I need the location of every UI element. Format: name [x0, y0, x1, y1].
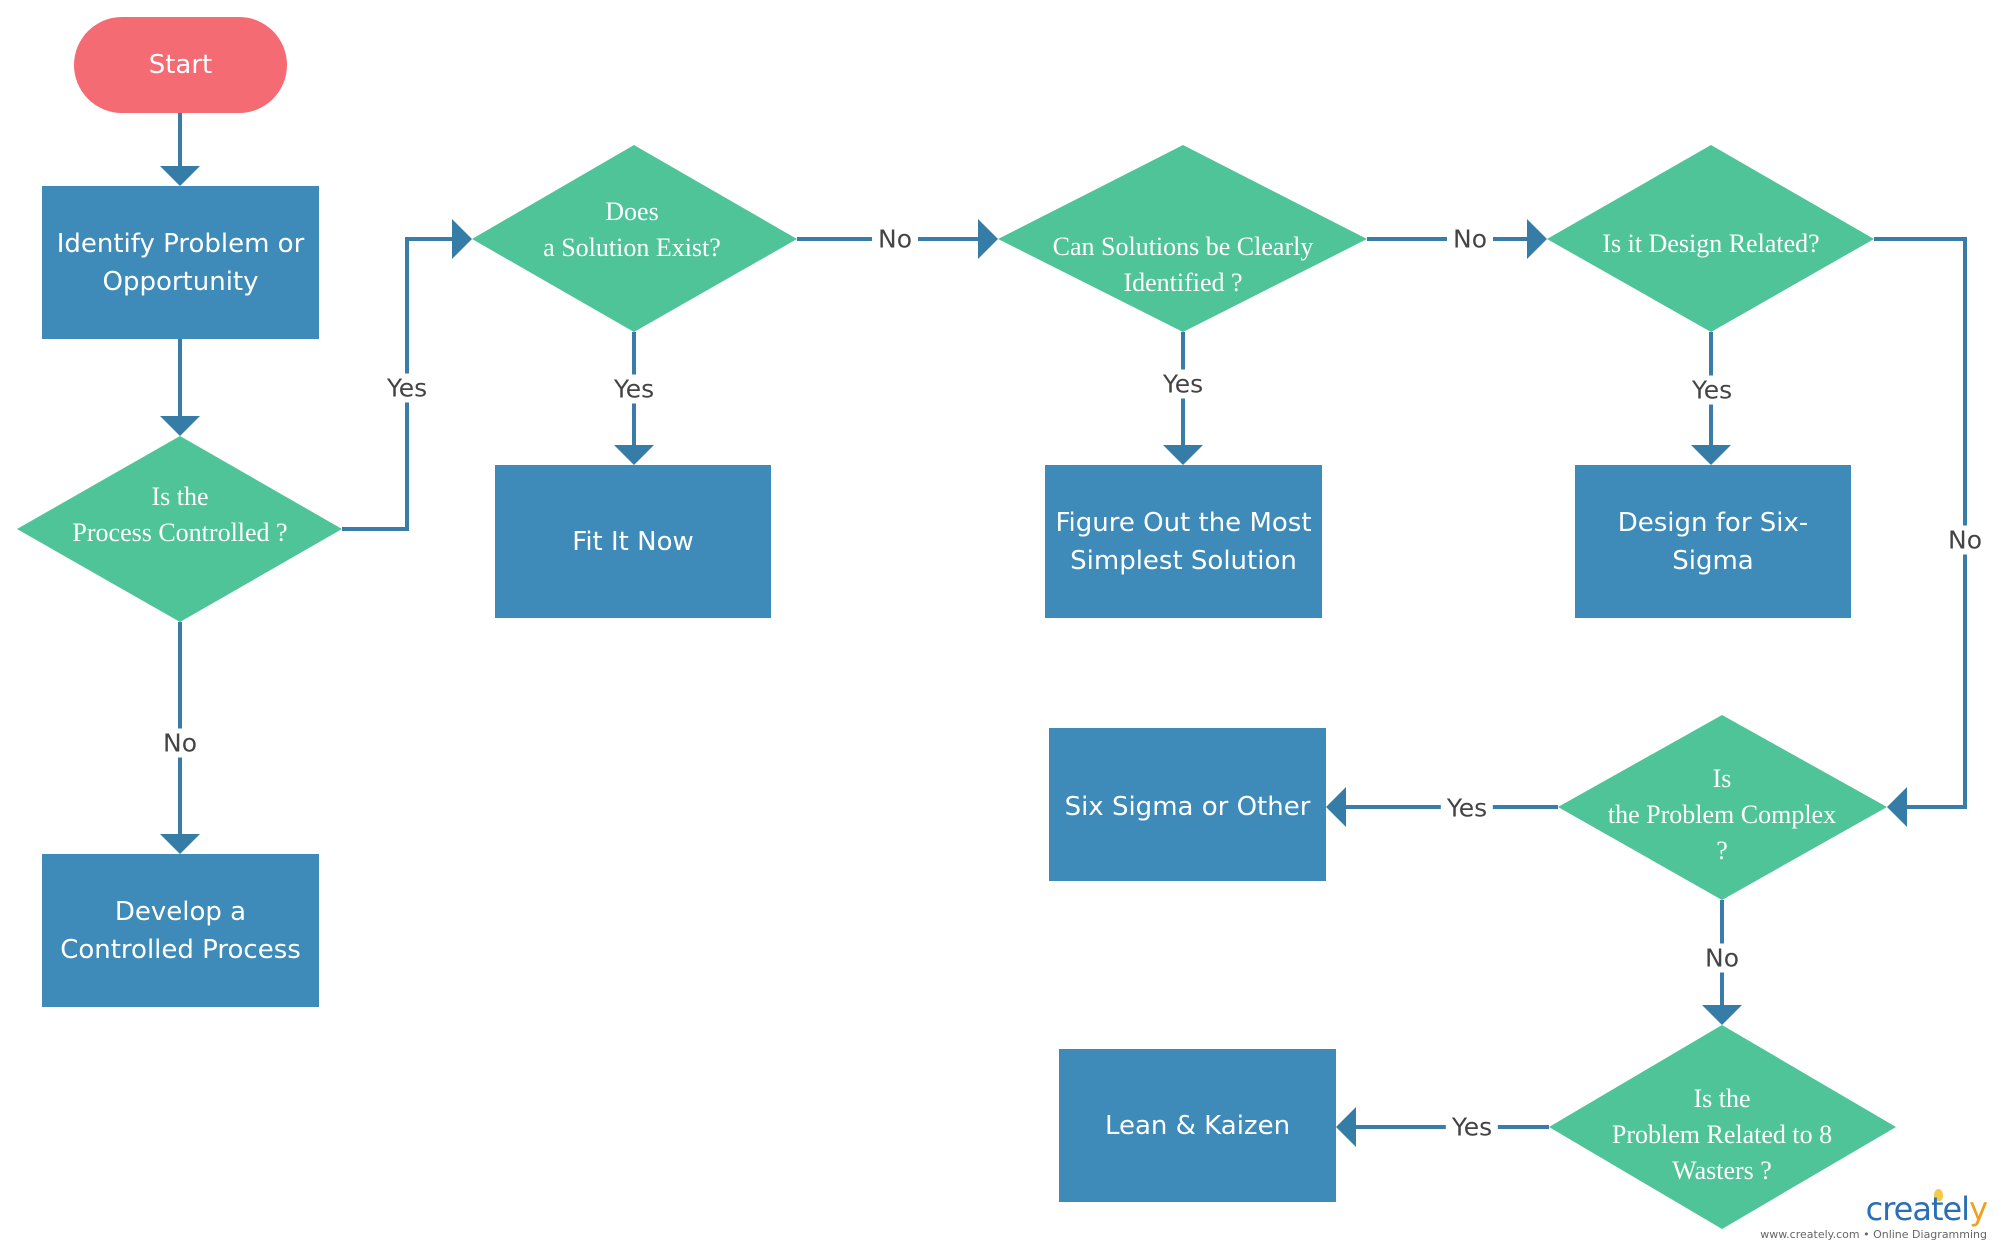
- decision-clearly-identified-label: Can Solutions be Clearly Identified ?: [1052, 232, 1314, 297]
- start-terminal[interactable]: Start: [74, 17, 287, 113]
- edge-label-design-yes: Yes: [1685, 375, 1739, 405]
- arrowhead-icon: [614, 445, 654, 465]
- process-label: Design for Six-Sigma: [1617, 507, 1809, 576]
- decision-process-controlled-label: Is the Process Controlled ?: [72, 482, 288, 547]
- process-label: Identify Problem or Opportunity: [56, 228, 305, 297]
- decision-design-related-label: Is it Design Related?: [1602, 229, 1820, 258]
- arrowhead-icon: [1336, 1107, 1356, 1147]
- edge-label-clear-no: No: [1447, 224, 1493, 254]
- process-label: Develop a Controlled Process: [60, 896, 301, 965]
- process-develop-controlled[interactable]: Develop a Controlled Process: [42, 854, 319, 1007]
- process-label: Six Sigma or Other: [1064, 792, 1311, 822]
- decision-problem-complex-label: Is the Problem Complex ?: [1607, 764, 1837, 865]
- decision-eight-wastes-label: Is the Problem Related to 8 Wasters ?: [1611, 1084, 1833, 1185]
- edge-label-complex-no: No: [1699, 943, 1745, 973]
- arrowhead-icon: [452, 219, 472, 259]
- arrowhead-icon: [1702, 1005, 1742, 1025]
- process-fit-it-now[interactable]: Fit It Now: [495, 465, 771, 618]
- arrowhead-icon: [160, 416, 200, 436]
- edge-label-exist-no: No: [872, 224, 918, 254]
- arrowhead-icon: [1527, 219, 1547, 259]
- edge-label-design-no: No: [1942, 525, 1988, 555]
- process-label: Lean & Kaizen: [1104, 1110, 1291, 1141]
- creately-logo: creately: [1760, 1190, 1988, 1228]
- start-label: Start: [148, 50, 213, 80]
- arrowhead-icon: [1887, 787, 1907, 827]
- decision-solution-exist-label: Does a Solution Exist?: [543, 197, 721, 262]
- process-label: Fit It Now: [572, 526, 694, 557]
- edge-label-controlled-no: No: [157, 728, 203, 758]
- process-lean-kaizen[interactable]: Lean & Kaizen: [1059, 1049, 1336, 1202]
- arrowhead-icon: [1326, 787, 1346, 827]
- process-identify-problem[interactable]: Identify Problem or Opportunity: [42, 186, 319, 339]
- process-label: Figure Out the Most Simplest Solution: [1055, 507, 1312, 576]
- flowchart-canvas: Start Identify Problem or Opportunity De…: [0, 0, 1999, 1247]
- arrowhead-icon: [1163, 445, 1203, 465]
- process-figure-out-solution[interactable]: Figure Out the Most Simplest Solution: [1045, 465, 1322, 618]
- arrowhead-icon: [978, 219, 998, 259]
- brand-main: createl: [1865, 1190, 1970, 1228]
- process-six-sigma-other[interactable]: Six Sigma or Other: [1049, 728, 1326, 881]
- brand-accent: y: [1969, 1190, 1988, 1228]
- edge-design-no: [1874, 237, 1967, 809]
- edge-label-wastes-yes: Yes: [1445, 1112, 1499, 1142]
- arrowhead-icon: [1691, 445, 1731, 465]
- edge-label-controlled-yes: Yes: [380, 373, 434, 403]
- edge-label-complex-yes: Yes: [1440, 793, 1494, 823]
- edge-label-exist-yes: Yes: [607, 374, 661, 404]
- arrowhead-icon: [160, 166, 200, 186]
- process-design-six-sigma[interactable]: Design for Six-Sigma: [1575, 465, 1851, 618]
- edge-label-clear-yes: Yes: [1156, 369, 1210, 399]
- arrowhead-icon: [160, 834, 200, 854]
- watermark-tagline: www.creately.com • Online Diagramming: [1760, 1228, 1987, 1241]
- creately-watermark: creately www.creately.com • Online Diagr…: [1760, 1190, 1988, 1241]
